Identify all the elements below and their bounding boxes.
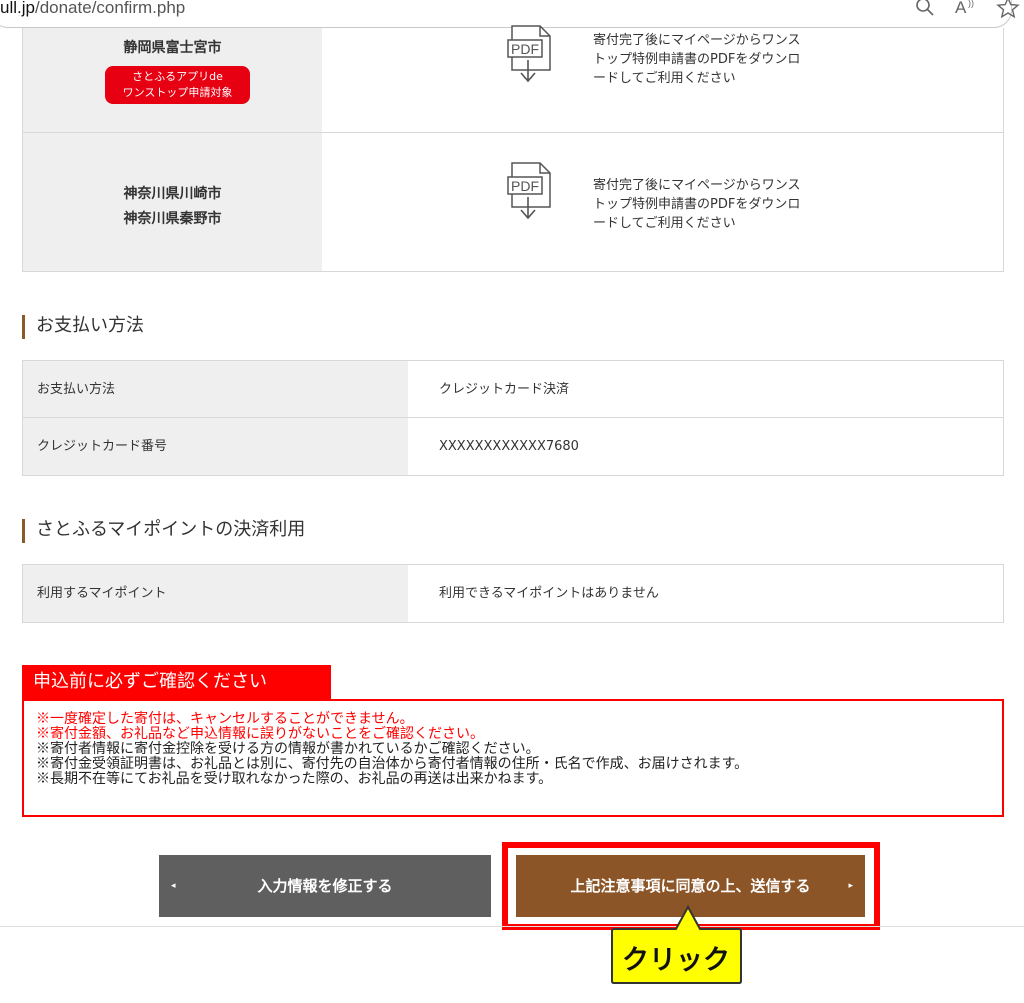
pdf-label: PDF	[511, 178, 539, 194]
favorite-star-icon[interactable]	[996, 0, 1020, 18]
card-number-label: クレジットカード番号	[23, 418, 408, 475]
svg-text:)): ))	[968, 0, 974, 8]
description-line: 寄付完了後にマイページからワンス	[593, 178, 801, 193]
search-icon[interactable]	[914, 0, 936, 18]
description-line: トップ特例申請書のPDFをダウンロ	[593, 197, 801, 212]
badge-line: ワンストップ申請対象	[122, 86, 233, 99]
one-stop-row: 静岡県富士宮市 さとふるアプリde ワンストップ申請対象 PDF 寄付完了後にマ…	[23, 25, 1003, 133]
url-path: /donate/confirm.php	[34, 0, 186, 17]
notice-title: 申込前に必ずご確認ください	[22, 665, 331, 699]
description-line: ードしてご利用ください	[593, 71, 736, 86]
table-row: お支払い方法 クレジットカード決済	[23, 361, 1003, 418]
one-stop-description: 寄付完了後にマイページからワンス トップ特例申請書のPDFをダウンロ ードしてご…	[593, 31, 833, 88]
callout-text: クリック	[622, 945, 730, 976]
app-one-stop-badge: さとふるアプリde ワンストップ申請対象	[105, 66, 250, 104]
one-stop-description: 寄付完了後にマイページからワンス トップ特例申請書のPDFをダウンロ ードしてご…	[593, 176, 833, 233]
description-line: トップ特例申請書のPDFをダウンロ	[593, 52, 801, 67]
address-bar-icons: A))	[904, 0, 1024, 22]
one-stop-table: 静岡県富士宮市 さとふるアプリde ワンストップ申請対象 PDF 寄付完了後にマ…	[22, 25, 1004, 272]
pdf-download-icon[interactable]: PDF	[506, 161, 556, 225]
points-section-heading: さとふるマイポイントの決済利用	[22, 519, 305, 543]
municipality-cell: 静岡県富士宮市 さとふるアプリde ワンストップ申請対象	[23, 28, 322, 132]
municipality-name: 静岡県富士宮市	[123, 40, 222, 56]
pdf-download-icon[interactable]: PDF	[506, 24, 556, 88]
click-callout: クリック	[611, 904, 742, 984]
edit-input-button-label: 入力情報を修正する	[257, 877, 393, 895]
notice-line: ※寄付金額、お礼品など申込情報に誤りがないことをご確認ください。	[36, 725, 484, 741]
card-number-value: XXXXXXXXXXXX7680	[439, 439, 579, 454]
description-line: ードしてご利用ください	[593, 216, 736, 231]
footer-divider	[0, 926, 1024, 927]
notice-line: ※一度確定した寄付は、キャンセルすることができません。	[36, 710, 414, 726]
edit-input-button[interactable]: ◂ 入力情報を修正する	[159, 855, 491, 917]
municipality-name: 神奈川県秦野市	[123, 211, 222, 227]
badge-line: さとふるアプリde	[132, 70, 223, 83]
points-label: 利用するマイポイント	[23, 565, 408, 622]
payment-section-heading: お支払い方法	[22, 315, 144, 339]
notice-line: ※長期不在等にてお礼品を受け取れなかった際の、お礼品の再送は出来かねます。	[36, 770, 553, 786]
payment-method-label: お支払い方法	[23, 361, 408, 417]
points-table: 利用するマイポイント 利用できるマイポイントはありません	[22, 564, 1004, 623]
svg-text:A: A	[955, 0, 967, 17]
read-aloud-icon[interactable]: A))	[954, 0, 982, 18]
description-line: 寄付完了後にマイページからワンス	[593, 33, 801, 48]
municipality-cell: 神奈川県川崎市 神奈川県秦野市	[23, 133, 322, 271]
payment-table: お支払い方法 クレジットカード決済 クレジットカード番号 XXXXXXXXXXX…	[22, 360, 1004, 476]
table-row: 利用するマイポイント 利用できるマイポイントはありません	[23, 565, 1003, 622]
notice-line: ※寄付者情報に寄付金控除を受ける方の情報が書かれているかご確認ください。	[36, 740, 540, 756]
table-row: クレジットカード番号 XXXXXXXXXXXX7680	[23, 418, 1003, 475]
left-arrow-icon: ◂	[171, 881, 176, 891]
pdf-label: PDF	[511, 41, 539, 57]
url-text[interactable]: ull.jp/donate/confirm.php	[0, 0, 185, 18]
municipality-name: 神奈川県川崎市	[123, 186, 222, 202]
payment-method-value: クレジットカード決済	[439, 382, 570, 397]
notice-line: ※寄付金受領証明書は、お礼品とは別に、寄付先の自治体から寄付者情報の住所・氏名で…	[36, 755, 749, 771]
one-stop-row: 神奈川県川崎市 神奈川県秦野市 PDF 寄付完了後にマイページからワンス トップ…	[23, 133, 1003, 271]
points-value: 利用できるマイポイントはありません	[439, 586, 659, 601]
notice-box: ※一度確定した寄付は、キャンセルすることができません。 ※寄付金額、お礼品など申…	[22, 699, 1004, 817]
url-domain: ull.jp	[0, 0, 35, 17]
